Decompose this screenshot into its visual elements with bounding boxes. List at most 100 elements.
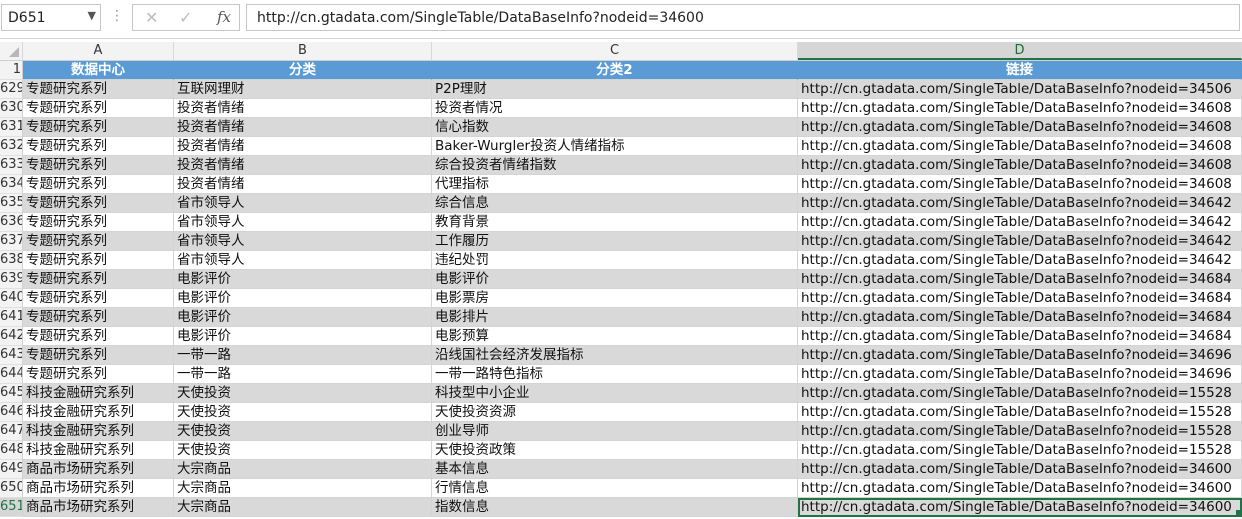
cell-c[interactable]: 天使投资政策 xyxy=(432,441,798,460)
column-header-d[interactable]: D xyxy=(798,42,1242,60)
row-header[interactable]: 635 xyxy=(0,194,23,213)
cell-d[interactable]: http://cn.gtadata.com/SingleTable/DataBa… xyxy=(798,384,1242,403)
cell-a[interactable]: 科技金融研究系列 xyxy=(23,422,174,441)
cell-a[interactable]: 数据中心 xyxy=(23,61,174,80)
cell-d[interactable]: http://cn.gtadata.com/SingleTable/DataBa… xyxy=(798,80,1242,99)
cell-a[interactable]: 商品市场研究系列 xyxy=(23,498,174,517)
row-header[interactable]: 636 xyxy=(0,213,23,232)
cell-c[interactable]: 电影评价 xyxy=(432,270,798,289)
cell-b[interactable]: 省市领导人 xyxy=(174,213,432,232)
cell-d[interactable]: http://cn.gtadata.com/SingleTable/DataBa… xyxy=(798,175,1242,194)
cell-c[interactable]: 违纪处罚 xyxy=(432,251,798,270)
cell-a[interactable]: 专题研究系列 xyxy=(23,270,174,289)
row-header[interactable]: 642 xyxy=(0,327,23,346)
cell-a[interactable]: 专题研究系列 xyxy=(23,80,174,99)
cell-d[interactable]: http://cn.gtadata.com/SingleTable/DataBa… xyxy=(798,422,1242,441)
cell-c[interactable]: 信心指数 xyxy=(432,118,798,137)
row-header[interactable]: 648 xyxy=(0,441,23,460)
cell-b[interactable]: 大宗商品 xyxy=(174,460,432,479)
cell-c[interactable]: 天使投资资源 xyxy=(432,403,798,422)
row-header[interactable]: 649 xyxy=(0,460,23,479)
cell-b[interactable]: 省市领导人 xyxy=(174,251,432,270)
cell-b[interactable]: 投资者情绪 xyxy=(174,156,432,175)
cell-a[interactable]: 专题研究系列 xyxy=(23,194,174,213)
cell-c[interactable]: 工作履历 xyxy=(432,232,798,251)
row-header[interactable]: 641 xyxy=(0,308,23,327)
row-header[interactable]: 638 xyxy=(0,251,23,270)
fill-handle[interactable] xyxy=(1236,510,1242,516)
cell-a[interactable]: 科技金融研究系列 xyxy=(23,403,174,422)
cell-d[interactable]: http://cn.gtadata.com/SingleTable/DataBa… xyxy=(798,441,1242,460)
cell-d[interactable]: http://cn.gtadata.com/SingleTable/DataBa… xyxy=(798,460,1242,479)
chevron-down-icon[interactable]: ▼ xyxy=(88,9,96,22)
cell-c[interactable]: 行情信息 xyxy=(432,479,798,498)
cell-b[interactable]: 天使投资 xyxy=(174,441,432,460)
cell-b[interactable]: 电影评价 xyxy=(174,327,432,346)
column-header-a[interactable]: A xyxy=(23,42,174,60)
cell-d[interactable]: http://cn.gtadata.com/SingleTable/DataBa… xyxy=(798,137,1242,156)
cell-b[interactable]: 天使投资 xyxy=(174,403,432,422)
cell-a[interactable]: 专题研究系列 xyxy=(23,365,174,384)
row-header[interactable]: 640 xyxy=(0,289,23,308)
cell-b[interactable]: 电影评价 xyxy=(174,308,432,327)
cell-b[interactable]: 投资者情绪 xyxy=(174,137,432,156)
cell-c[interactable]: 代理指标 xyxy=(432,175,798,194)
cell-d[interactable]: http://cn.gtadata.com/SingleTable/DataBa… xyxy=(798,232,1242,251)
cell-c[interactable]: 基本信息 xyxy=(432,460,798,479)
cell-c[interactable]: 沿线国社会经济发展指标 xyxy=(432,346,798,365)
row-header[interactable]: 644 xyxy=(0,365,23,384)
name-box[interactable]: D651 ▼ xyxy=(1,4,101,31)
cell-b[interactable]: 省市领导人 xyxy=(174,194,432,213)
row-header[interactable]: 630 xyxy=(0,99,23,118)
cell-c[interactable]: 综合投资者情绪指数 xyxy=(432,156,798,175)
cell-c[interactable]: 电影票房 xyxy=(432,289,798,308)
cell-b[interactable]: 分类 xyxy=(174,61,432,80)
cell-a[interactable]: 专题研究系列 xyxy=(23,99,174,118)
cancel-icon[interactable]: ✕ xyxy=(145,8,158,27)
cell-d[interactable]: http://cn.gtadata.com/SingleTable/DataBa… xyxy=(798,251,1242,270)
cell-c[interactable]: 教育背景 xyxy=(432,213,798,232)
cell-c[interactable]: 指数信息 xyxy=(432,498,798,517)
cell-b[interactable]: 电影评价 xyxy=(174,289,432,308)
row-header[interactable]: 643 xyxy=(0,346,23,365)
cell-d[interactable]: http://cn.gtadata.com/SingleTable/DataBa… xyxy=(798,308,1242,327)
cell-b[interactable]: 电影评价 xyxy=(174,270,432,289)
cell-c[interactable]: Baker-Wurgler投资人情绪指标 xyxy=(432,137,798,156)
cell-b[interactable]: 投资者情绪 xyxy=(174,99,432,118)
cell-b[interactable]: 天使投资 xyxy=(174,384,432,403)
cell-c[interactable]: 分类2 xyxy=(432,61,798,80)
cell-a[interactable]: 商品市场研究系列 xyxy=(23,460,174,479)
cell-b[interactable]: 大宗商品 xyxy=(174,498,432,517)
cell-a[interactable]: 专题研究系列 xyxy=(23,137,174,156)
more-options-icon[interactable]: ⋮ xyxy=(110,9,124,23)
cell-d[interactable]: http://cn.gtadata.com/SingleTable/DataBa… xyxy=(798,118,1242,137)
row-header[interactable]: 629 xyxy=(0,80,23,99)
cell-a[interactable]: 科技金融研究系列 xyxy=(23,384,174,403)
cell-a[interactable]: 商品市场研究系列 xyxy=(23,479,174,498)
column-header-c[interactable]: C xyxy=(432,42,798,60)
select-all-button[interactable] xyxy=(0,42,23,60)
cell-c[interactable]: 创业导师 xyxy=(432,422,798,441)
cell-c[interactable]: 电影预算 xyxy=(432,327,798,346)
cell-a[interactable]: 专题研究系列 xyxy=(23,308,174,327)
cell-a[interactable]: 科技金融研究系列 xyxy=(23,441,174,460)
cell-d[interactable]: http://cn.gtadata.com/SingleTable/DataBa… xyxy=(798,194,1242,213)
insert-function-icon[interactable]: fx xyxy=(217,8,231,26)
cell-a[interactable]: 专题研究系列 xyxy=(23,156,174,175)
cell-a[interactable]: 专题研究系列 xyxy=(23,213,174,232)
cell-d[interactable]: http://cn.gtadata.com/SingleTable/DataBa… xyxy=(798,289,1242,308)
cell-d[interactable]: http://cn.gtadata.com/SingleTable/DataBa… xyxy=(798,403,1242,422)
row-header[interactable]: 647 xyxy=(0,422,23,441)
cell-b[interactable]: 大宗商品 xyxy=(174,479,432,498)
formula-input[interactable]: http://cn.gtadata.com/SingleTable/DataBa… xyxy=(246,4,1240,31)
cell-c[interactable]: 投资者情况 xyxy=(432,99,798,118)
row-header[interactable]: 637 xyxy=(0,232,23,251)
row-header[interactable]: 646 xyxy=(0,403,23,422)
cell-d[interactable]: http://cn.gtadata.com/SingleTable/DataBa… xyxy=(798,213,1242,232)
cell-d[interactable]: http://cn.gtadata.com/SingleTable/DataBa… xyxy=(798,365,1242,384)
cell-d[interactable]: http://cn.gtadata.com/SingleTable/DataBa… xyxy=(798,156,1242,175)
cell-d[interactable]: http://cn.gtadata.com/SingleTable/DataBa… xyxy=(798,270,1242,289)
row-header[interactable]: 1 xyxy=(0,61,23,80)
cell-a[interactable]: 专题研究系列 xyxy=(23,346,174,365)
cell-c[interactable]: P2P理财 xyxy=(432,80,798,99)
